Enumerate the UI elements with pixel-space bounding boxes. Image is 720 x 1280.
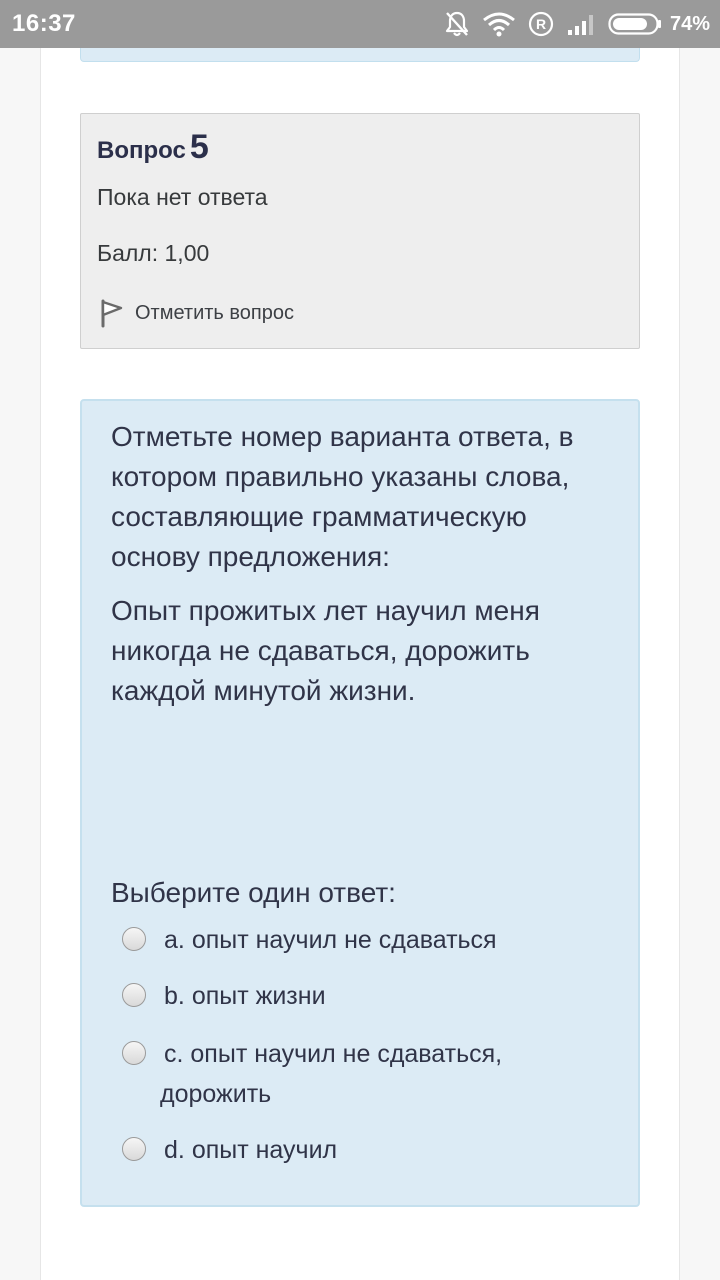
answer-label-c[interactable]: c. опыт научил не сдаваться, дорожить bbox=[160, 1034, 592, 1114]
battery-icon bbox=[608, 13, 661, 35]
answer-text-a: опыт научил не сдаваться bbox=[191, 926, 497, 954]
answer-text-b: опыт жизни bbox=[191, 982, 326, 1010]
question-heading: Вопрос 5 bbox=[97, 128, 209, 167]
answer-label-b[interactable]: b. опыт жизни bbox=[164, 976, 592, 1016]
answer-option-c[interactable]: c. опыт научил не сдаваться, дорожить bbox=[122, 1034, 592, 1114]
question-formulation: Отметьте номер варианта ответа, в которо… bbox=[80, 399, 640, 1207]
question-number: 5 bbox=[189, 128, 209, 166]
answer-prompt: Выберите один ответ: bbox=[111, 877, 396, 908]
question-state: Пока нет ответа bbox=[97, 184, 268, 210]
question-text: Отметьте номер варианта ответа, в которо… bbox=[111, 421, 574, 572]
answer-text-c: опыт научил не сдаваться, дорожить bbox=[160, 1040, 503, 1108]
question-text-block: Отметьте номер варианта ответа, в которо… bbox=[111, 417, 611, 711]
flag-question-label: Отметить вопрос bbox=[135, 301, 294, 324]
radio-button-c[interactable] bbox=[122, 1041, 146, 1065]
answer-letter-d: d. bbox=[164, 1136, 185, 1164]
mute-bell-icon bbox=[445, 11, 469, 37]
answer-option-d[interactable]: d. опыт научил bbox=[122, 1130, 592, 1170]
signal-icon bbox=[567, 15, 593, 35]
answer-letter-a: a. bbox=[164, 926, 185, 954]
answer-option-b[interactable]: b. опыт жизни bbox=[122, 976, 592, 1016]
battery-percent: 74% bbox=[669, 12, 710, 35]
answer-option-a[interactable]: a. опыт научил не сдаваться bbox=[122, 920, 592, 960]
answer-label-d[interactable]: d. опыт научил bbox=[164, 1130, 592, 1170]
flag-icon bbox=[101, 299, 123, 328]
answer-letter-b: b. bbox=[164, 982, 185, 1010]
status-bar: 16:37 R 74% bbox=[0, 0, 720, 48]
answer-letter-c: c. bbox=[164, 1040, 184, 1068]
radio-button-d[interactable] bbox=[122, 1137, 146, 1161]
radio-button-a[interactable] bbox=[122, 927, 146, 951]
status-time: 16:37 bbox=[12, 10, 76, 37]
answer-label-a[interactable]: a. опыт научил не сдаваться bbox=[164, 920, 592, 960]
question-grade: Балл: 1,00 bbox=[97, 240, 210, 266]
status-icons: R 74% bbox=[432, 7, 710, 41]
question-label: Вопрос bbox=[97, 137, 186, 164]
flag-question-button[interactable]: Отметить вопрос bbox=[97, 298, 294, 328]
roaming-r-icon: R bbox=[528, 11, 554, 37]
svg-text:R: R bbox=[536, 16, 546, 32]
question-info-card: Вопрос 5 Пока нет ответа Балл: 1,00 Отмет… bbox=[80, 113, 640, 349]
wifi-icon bbox=[483, 12, 515, 37]
previous-question-card bbox=[80, 48, 640, 62]
question-sentence: Опыт прожитых лет научил меня никогда не… bbox=[111, 595, 540, 706]
answer-text-d: опыт научил bbox=[191, 1136, 338, 1164]
radio-button-b[interactable] bbox=[122, 983, 146, 1007]
